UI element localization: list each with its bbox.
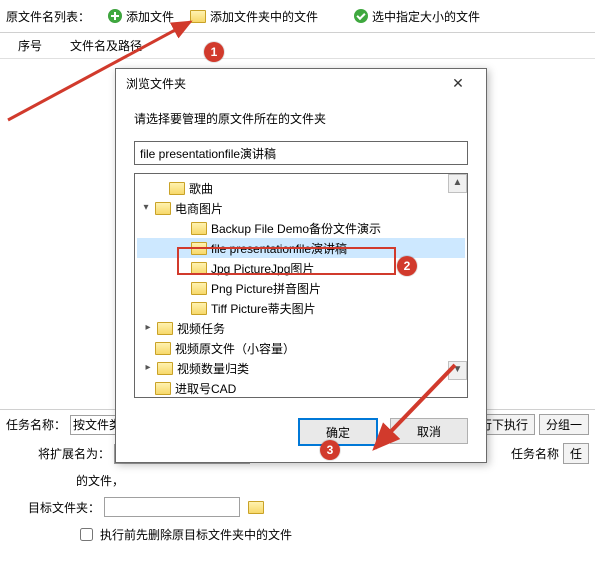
select-size-files-label: 选中指定大小的文件 bbox=[372, 8, 480, 25]
task-btn[interactable]: 任 bbox=[563, 443, 589, 464]
folder-icon bbox=[191, 222, 207, 235]
chevron-right-icon: ▸ bbox=[143, 323, 153, 333]
folder-icon bbox=[191, 242, 207, 255]
list-label: 原文件名列表： bbox=[6, 8, 90, 25]
add-file-button[interactable]: 添加文件 bbox=[102, 6, 180, 27]
tree-label: Backup File Demo备份文件演示 bbox=[211, 220, 381, 237]
folder-icon bbox=[155, 382, 171, 395]
tree-label: 歌曲 bbox=[189, 180, 213, 197]
desc-label: 的文件， bbox=[76, 472, 124, 489]
folder-icon bbox=[157, 322, 173, 335]
tree-label: 视频数量归类 bbox=[177, 360, 249, 377]
browse-folder-dialog: 浏览文件夹 ✕ 请选择要管理的原文件所在的文件夹 file presentati… bbox=[115, 68, 487, 463]
tree-label: file presentationfile演讲稿 bbox=[211, 240, 347, 257]
dialog-body: 请选择要管理的原文件所在的文件夹 file presentationfile演讲… bbox=[116, 98, 486, 462]
check-icon bbox=[354, 9, 368, 23]
ok-button[interactable]: 确定 bbox=[298, 418, 378, 446]
tree-node-present[interactable]: file presentationfile演讲稿 bbox=[137, 238, 465, 258]
plus-icon bbox=[108, 9, 122, 23]
folder-icon bbox=[191, 282, 207, 295]
badge-1: 1 bbox=[204, 42, 224, 62]
delete-before-checkbox[interactable] bbox=[80, 528, 93, 541]
toolbar: 原文件名列表： 添加文件 添加文件夹中的文件 选中指定大小的文件 bbox=[0, 0, 595, 33]
tree-node-backup[interactable]: Backup File Demo备份文件演示 bbox=[137, 218, 465, 238]
selected-path-box: file presentationfile演讲稿 bbox=[134, 141, 468, 165]
dialog-title: 浏览文件夹 bbox=[126, 75, 186, 92]
folder-tree[interactable]: 歌曲 ▾ 电商图片 Backup File Demo备份文件演示 file pr… bbox=[134, 173, 468, 398]
tree-label: Png Picture拼音图片 bbox=[211, 280, 321, 297]
col-num: 序号 bbox=[6, 37, 70, 54]
tree-node-songs[interactable]: 歌曲 bbox=[137, 178, 465, 198]
expander-icon: ▾ bbox=[141, 203, 151, 213]
dialog-buttons: 确定 取消 bbox=[134, 418, 468, 446]
chevron-right-icon: ▸ bbox=[143, 363, 153, 373]
badge-2: 2 bbox=[397, 256, 417, 276]
list-header: 序号 文件名及路径 bbox=[0, 33, 595, 59]
badge-3: 3 bbox=[320, 440, 340, 460]
add-folder-files-button[interactable]: 添加文件夹中的文件 bbox=[184, 6, 324, 27]
tree-label: 视频原文件（小容量） bbox=[175, 340, 295, 357]
tree-node-video3[interactable]: ▸ 视频数量归类 bbox=[137, 358, 465, 378]
tree-node-cad[interactable]: 进取号CAD bbox=[137, 378, 465, 398]
col-path: 文件名及路径 bbox=[70, 37, 142, 54]
dialog-hint: 请选择要管理的原文件所在的文件夹 bbox=[134, 110, 468, 127]
taskname-label: 任务名称 bbox=[511, 445, 559, 462]
add-folder-files-label: 添加文件夹中的文件 bbox=[210, 8, 318, 25]
folder-icon bbox=[190, 10, 206, 23]
target-label: 目标文件夹： bbox=[28, 499, 100, 516]
target-input[interactable] bbox=[104, 497, 240, 517]
tree-node-ecom[interactable]: ▾ 电商图片 bbox=[137, 198, 465, 218]
dialog-close-button[interactable]: ✕ bbox=[438, 75, 478, 92]
tree-label: 进取号CAD bbox=[175, 380, 236, 397]
tree-label: Jpg PictureJpg图片 bbox=[211, 260, 314, 277]
select-size-files-button[interactable]: 选中指定大小的文件 bbox=[348, 6, 486, 27]
browse-target-icon[interactable] bbox=[248, 501, 264, 514]
folder-icon bbox=[157, 362, 173, 375]
chk-row: 执行前先删除原目标文件夹中的文件 bbox=[6, 525, 589, 544]
tree-node-png[interactable]: Png Picture拼音图片 bbox=[137, 278, 465, 298]
tree-label: 视频任务 bbox=[177, 320, 225, 337]
close-icon: ✕ bbox=[452, 75, 464, 91]
folder-icon bbox=[169, 182, 185, 195]
tree-node-video2[interactable]: 视频原文件（小容量） bbox=[137, 338, 465, 358]
ext-label: 将扩展名为： bbox=[38, 445, 110, 462]
task-label: 任务名称： bbox=[6, 416, 66, 433]
tree-node-video[interactable]: ▸ 视频任务 bbox=[137, 318, 465, 338]
tree-label: 电商图片 bbox=[175, 200, 223, 217]
desc-row: 的文件， bbox=[6, 472, 589, 489]
delete-before-label: 执行前先删除原目标文件夹中的文件 bbox=[100, 526, 292, 543]
folder-icon bbox=[191, 302, 207, 315]
tree-node-tiff[interactable]: Tiff Picture蒂夫图片 bbox=[137, 298, 465, 318]
expander-icon bbox=[155, 183, 165, 193]
scroll-down-button[interactable]: ▼ bbox=[448, 361, 467, 380]
folder-icon bbox=[155, 342, 171, 355]
dialog-titlebar: 浏览文件夹 ✕ bbox=[116, 69, 486, 98]
tree-label: Tiff Picture蒂夫图片 bbox=[211, 300, 316, 317]
cancel-button[interactable]: 取消 bbox=[390, 418, 468, 444]
folder-icon bbox=[155, 202, 171, 215]
folder-icon bbox=[191, 262, 207, 275]
add-file-label: 添加文件 bbox=[126, 8, 174, 25]
group-button[interactable]: 分组一 bbox=[539, 414, 589, 435]
target-row: 目标文件夹： bbox=[6, 497, 589, 517]
scroll-up-button[interactable]: ▲ bbox=[448, 174, 467, 193]
